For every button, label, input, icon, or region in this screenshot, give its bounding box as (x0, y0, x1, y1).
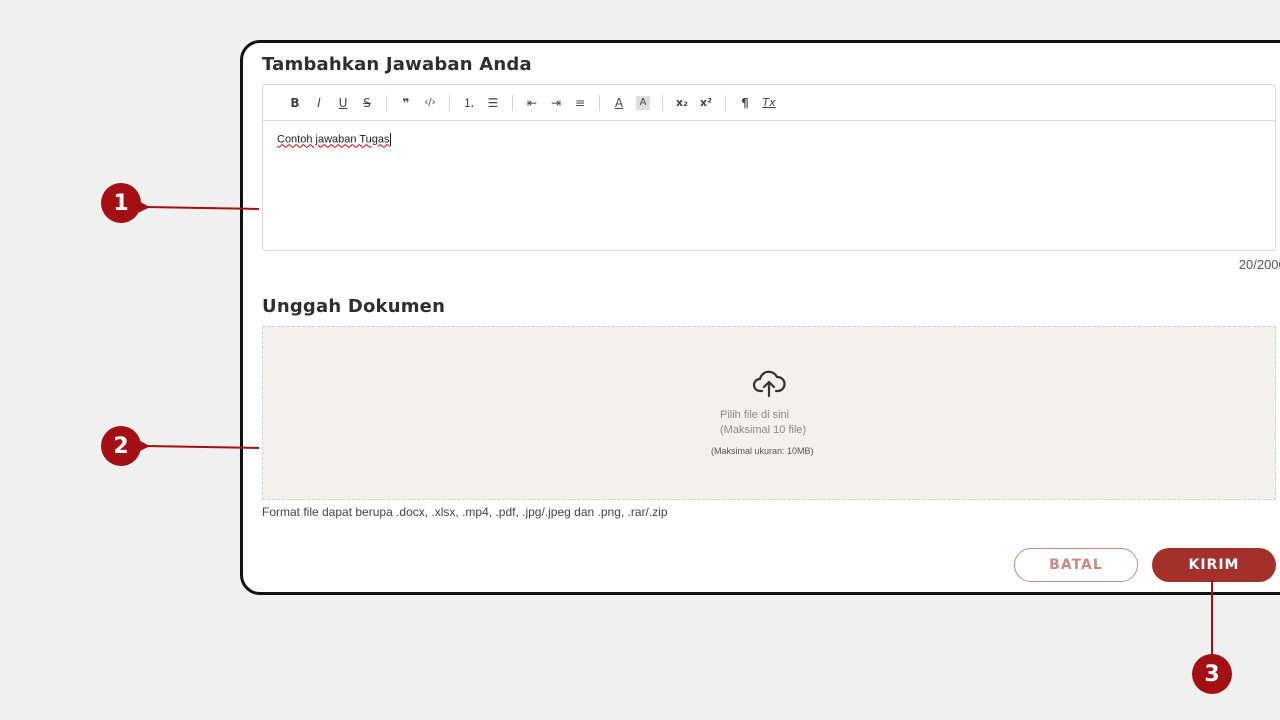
arrow-1 (133, 198, 260, 215)
marker-3: 3 (1192, 654, 1232, 694)
marker-1: 1 (101, 183, 141, 223)
arrow-2 (133, 437, 260, 454)
marker-2: 2 (101, 426, 141, 466)
annotation-arrows (133, 198, 1213, 656)
